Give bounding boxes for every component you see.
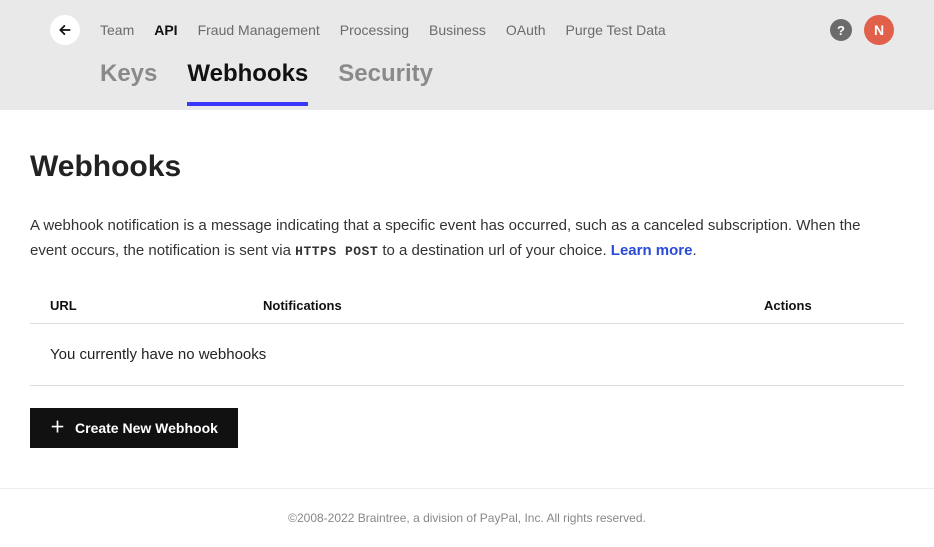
tab-webhooks[interactable]: Webhooks — [187, 60, 308, 106]
page-title: Webhooks — [30, 150, 904, 184]
avatar-initial: N — [874, 22, 884, 38]
nav-item-api[interactable]: API — [154, 22, 177, 38]
nav-item-team[interactable]: Team — [100, 22, 134, 38]
th-url: URL — [50, 298, 263, 313]
table-header: URL Notifications Actions — [30, 288, 904, 324]
sub-nav: Keys Webhooks Security — [0, 60, 934, 110]
top-nav: Team API Fraud Management Processing Bus… — [0, 0, 934, 60]
back-button[interactable] — [50, 15, 80, 45]
nav-item-fraud[interactable]: Fraud Management — [198, 22, 320, 38]
th-notifications: Notifications — [263, 298, 764, 313]
empty-message: You currently have no webhooks — [50, 346, 266, 363]
nav-item-oauth[interactable]: OAuth — [506, 22, 546, 38]
main-content: Webhooks A webhook notification is a mes… — [0, 110, 934, 488]
header: Team API Fraud Management Processing Bus… — [0, 0, 934, 110]
top-nav-right: ? N — [830, 15, 894, 45]
th-actions: Actions — [764, 298, 884, 313]
tab-keys[interactable]: Keys — [100, 60, 157, 106]
desc-code: HTTPS POST — [295, 244, 378, 259]
footer-text: ©2008-2022 Braintree, a division of PayP… — [288, 511, 646, 525]
nav-item-purge[interactable]: Purge Test Data — [566, 22, 666, 38]
create-webhook-button[interactable]: ＋ Create New Webhook — [30, 408, 238, 448]
description: A webhook notification is a message indi… — [30, 214, 890, 264]
nav-item-processing[interactable]: Processing — [340, 22, 409, 38]
help-icon: ? — [837, 23, 845, 38]
help-button[interactable]: ? — [830, 19, 852, 41]
create-button-label: Create New Webhook — [75, 420, 218, 436]
footer: ©2008-2022 Braintree, a division of PayP… — [0, 488, 934, 547]
avatar[interactable]: N — [864, 15, 894, 45]
plus-icon: ＋ — [50, 420, 65, 435]
tab-security[interactable]: Security — [338, 60, 433, 106]
nav-item-business[interactable]: Business — [429, 22, 486, 38]
arrow-left-icon — [58, 23, 72, 37]
desc-text-post: to a destination url of your choice. — [378, 242, 611, 259]
desc-end: . — [693, 242, 697, 259]
learn-more-link[interactable]: Learn more — [611, 242, 693, 259]
table-empty-row: You currently have no webhooks — [30, 324, 904, 386]
nav-items: Team API Fraud Management Processing Bus… — [100, 22, 830, 38]
webhooks-table: URL Notifications Actions You currently … — [30, 288, 904, 386]
